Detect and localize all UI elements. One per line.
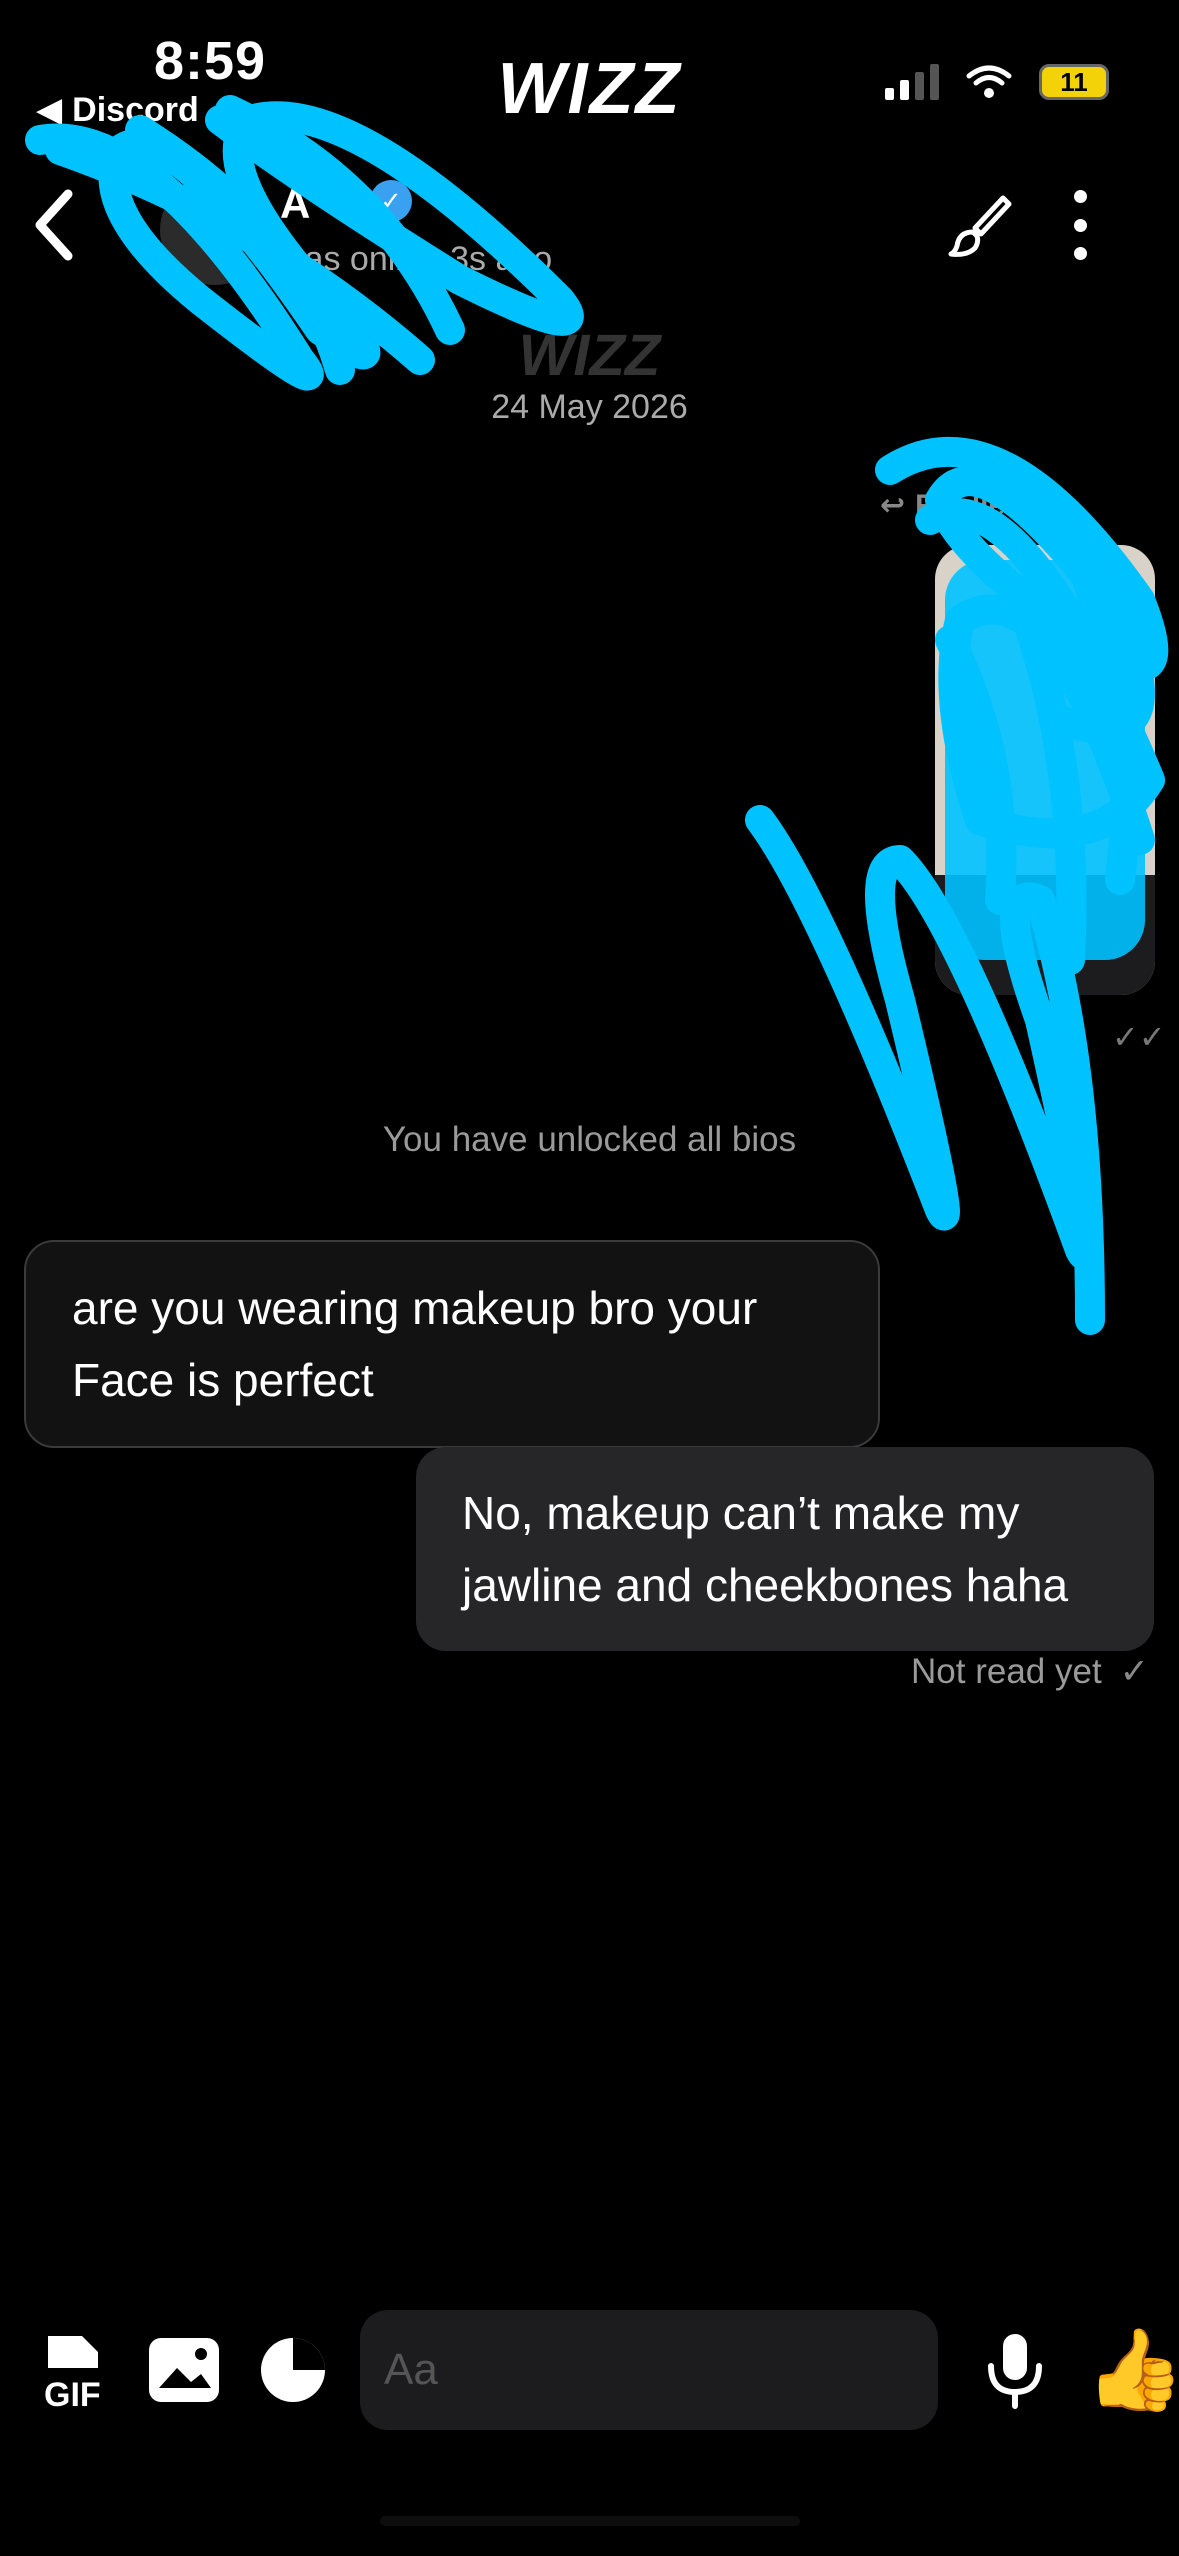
- cellular-signal-icon: [885, 64, 939, 100]
- sticker-icon[interactable]: [253, 2330, 333, 2410]
- incoming-message-bubble[interactable]: are you wearing makeup bro your Face is …: [24, 1240, 880, 1448]
- wifi-icon: [966, 65, 1012, 98]
- status-icons: 11: [885, 64, 1109, 100]
- battery-icon: 11: [1039, 64, 1109, 100]
- reply-arrow-icon: ↩: [880, 489, 906, 522]
- battery-level: 11: [1060, 66, 1088, 97]
- message-input[interactable]: Aa: [360, 2310, 938, 2430]
- system-notice: You have unlocked all bios: [382, 1120, 797, 1159]
- microphone-icon[interactable]: [975, 2330, 1055, 2410]
- photo-gallery-icon[interactable]: [145, 2330, 225, 2410]
- single-check-icon: ✓: [1119, 1652, 1149, 1691]
- contact-avatar[interactable]: [160, 175, 270, 285]
- receipt-text: Not read yet: [911, 1652, 1102, 1691]
- verified-badge-icon: ✓: [370, 180, 412, 222]
- date-divider-logo: WIZZ: [518, 323, 661, 388]
- replied-media-card[interactable]: [935, 545, 1155, 995]
- read-receipt: Not read yet ✓: [911, 1652, 1149, 1692]
- reply-label: Replied to: [915, 488, 1061, 522]
- more-options-icon[interactable]: [1060, 190, 1100, 260]
- date-divider: 24 May 2026: [491, 388, 688, 426]
- reply-indicator: ↩ Replied to: [880, 488, 1060, 523]
- svg-text:GIF: GIF: [44, 2376, 101, 2410]
- home-indicator[interactable]: [380, 2516, 800, 2526]
- paintbrush-icon[interactable]: [945, 190, 1015, 260]
- like-thumbs-up-icon[interactable]: 👍: [1085, 2325, 1179, 2415]
- back-chevron-icon[interactable]: [24, 180, 84, 270]
- outgoing-message-bubble[interactable]: No, makeup can’t make my jawline and che…: [416, 1447, 1154, 1651]
- gif-icon[interactable]: GIF: [40, 2330, 120, 2410]
- contact-name[interactable]: A: [280, 180, 310, 228]
- contact-online-status: was online 3s ago: [280, 240, 553, 278]
- double-check-icon: ✓✓: [1112, 1019, 1166, 1055]
